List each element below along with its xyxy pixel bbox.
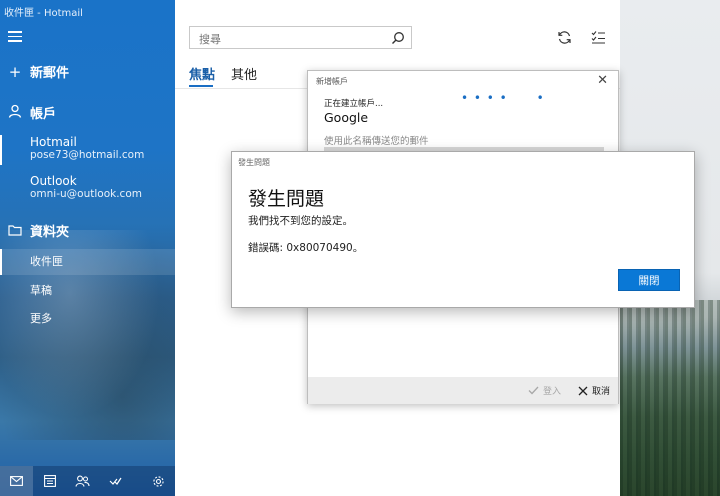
dialog-footer: 登入 取消 xyxy=(308,377,618,404)
hamburger-menu-icon[interactable] xyxy=(8,31,22,43)
error-heading: 發生問題 xyxy=(248,188,325,210)
name-hint: 使用此名稱傳送您的郵件 xyxy=(324,136,429,147)
search-icon[interactable] xyxy=(391,30,405,49)
search-box[interactable]: 搜尋 xyxy=(189,26,412,49)
bottom-nav xyxy=(0,466,175,496)
account-outlook[interactable]: Outlook omni-u@outlook.com xyxy=(0,174,175,201)
selection-mode-icon[interactable] xyxy=(591,30,606,49)
mail-icon[interactable] xyxy=(0,466,33,496)
signin-button[interactable]: 登入 xyxy=(528,384,561,397)
new-mail-label: 新郵件 xyxy=(30,66,70,81)
search-input[interactable]: 搜尋 xyxy=(199,31,221,47)
creating-account-status: 正在建立帳戶... xyxy=(324,99,384,109)
folder-icon xyxy=(0,222,30,240)
provider-name: Google xyxy=(324,110,369,125)
cancel-x-icon xyxy=(578,386,588,395)
cancel-label: 取消 xyxy=(592,387,611,397)
dialog-title: 發生問題 xyxy=(238,158,270,167)
folders-label: 資料夾 xyxy=(30,225,70,240)
folder-more[interactable]: 更多 xyxy=(0,306,175,332)
tab-focused[interactable]: 焦點 xyxy=(189,64,215,83)
sidebar: 收件匣 - Hotmail + 新郵件 帳戶 Hotmail pose73@ho… xyxy=(0,0,175,496)
close-button[interactable]: 關閉 xyxy=(618,269,680,291)
error-code: 錯誤碼: 0x80070490。 xyxy=(248,242,364,254)
close-icon[interactable]: ✕ xyxy=(597,73,608,88)
people-icon[interactable] xyxy=(66,466,99,496)
tab-focused-underline xyxy=(189,85,213,87)
cancel-button[interactable]: 取消 xyxy=(578,384,610,397)
check-icon xyxy=(528,386,539,395)
account-name: Hotmail xyxy=(30,135,77,149)
accounts-label: 帳戶 xyxy=(30,107,57,122)
settings-gear-icon[interactable] xyxy=(142,466,175,496)
signin-label: 登入 xyxy=(543,387,562,397)
window-title: 收件匣 - Hotmail xyxy=(4,8,83,19)
progress-dots-icon: • • • • • xyxy=(461,91,545,105)
accounts-header[interactable]: 帳戶 xyxy=(0,103,175,122)
folder-drafts[interactable]: 草稿 xyxy=(0,278,175,304)
todo-icon[interactable] xyxy=(99,466,132,496)
folder-inbox[interactable]: 收件匣 xyxy=(0,249,175,275)
plus-icon: + xyxy=(8,62,22,81)
tab-other[interactable]: 其他 xyxy=(231,64,257,83)
sync-icon[interactable] xyxy=(557,30,572,49)
error-dialog: 發生問題 發生問題 我們找不到您的設定。 錯誤碼: 0x80070490。 關閉 xyxy=(231,151,695,308)
dialog-title: 新增帳戶 xyxy=(316,77,348,86)
account-name: Outlook xyxy=(30,174,77,188)
forest-image xyxy=(620,300,720,496)
new-mail-button[interactable]: + 新郵件 xyxy=(0,62,175,82)
folders-header[interactable]: 資料夾 xyxy=(0,221,175,240)
account-hotmail[interactable]: Hotmail pose73@hotmail.com xyxy=(0,135,175,165)
account-email: pose73@hotmail.com xyxy=(30,149,145,161)
error-message: 我們找不到您的設定。 xyxy=(248,215,353,227)
calendar-icon[interactable] xyxy=(33,466,66,496)
person-icon xyxy=(0,104,30,122)
account-email: omni-u@outlook.com xyxy=(30,188,142,200)
